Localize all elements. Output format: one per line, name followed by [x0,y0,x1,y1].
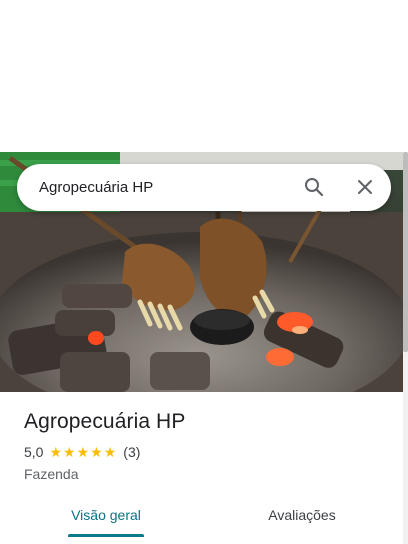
close-icon [358,180,372,194]
active-tab-indicator [68,534,144,537]
tab-reviews[interactable]: Avaliações [262,494,342,536]
tab-bar: Visão geral Avaliações [0,494,403,540]
search-box[interactable] [17,164,391,211]
search-input[interactable] [39,179,289,196]
scrollbar-thumb[interactable] [403,152,408,352]
star-icon: ★ [103,444,117,460]
close-button[interactable] [353,175,377,199]
place-category[interactable]: Fazenda [24,466,78,482]
tab-overview[interactable]: Visão geral [68,494,144,536]
map-blank-area [0,0,408,152]
search-icon [305,178,324,197]
place-details-panel: Agropecuária HP 5,0 ★ ★ ★ ★ ★ (3) Fazend… [0,392,403,544]
place-title: Agropecuária HP [24,410,186,433]
star-icon: ★ [49,444,63,460]
star-icon: ★ [76,444,90,460]
review-count[interactable]: (3) [123,444,140,460]
star-icon: ★ [63,444,76,460]
scrollbar[interactable] [403,152,408,544]
rating-stars: ★ ★ ★ ★ ★ [49,445,117,459]
search-button[interactable] [302,175,326,199]
rating-row[interactable]: 5,0 ★ ★ ★ ★ ★ (3) [24,444,140,460]
rating-value: 5,0 [24,444,44,460]
star-icon: ★ [90,444,103,460]
